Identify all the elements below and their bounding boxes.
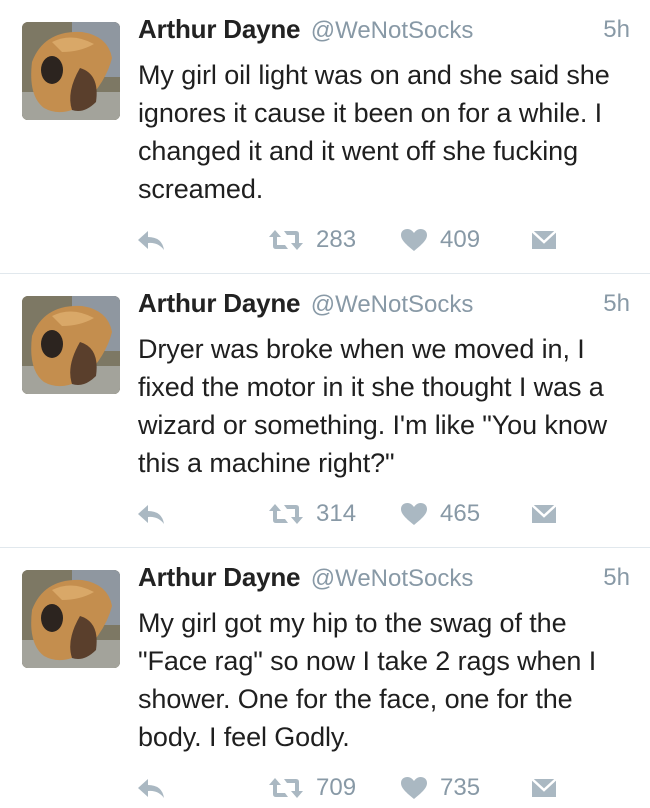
timestamp[interactable]: 5h	[603, 564, 630, 592]
tweet-card[interactable]: Arthur Dayne @WeNotSocks 5h My girl oil …	[0, 0, 650, 273]
avatar-photo-icon	[22, 570, 120, 668]
reply-button[interactable]	[136, 220, 166, 260]
avatar-photo-icon	[22, 22, 120, 120]
tweet-text: My girl got my hip to the swag of the "F…	[138, 608, 597, 752]
tweet-text: Dryer was broke when we moved in, I fixe…	[138, 334, 608, 478]
reply-button[interactable]	[136, 494, 166, 534]
avatar[interactable]	[22, 296, 120, 394]
author-name[interactable]: Arthur Dayne	[138, 562, 300, 592]
reply-icon	[138, 231, 164, 250]
retweet-count: 314	[316, 500, 357, 527]
reply-icon	[138, 779, 164, 798]
direct-message-button[interactable]	[530, 494, 558, 534]
like-count: 409	[440, 226, 481, 253]
timestamp[interactable]: 5h	[603, 16, 630, 44]
tweet-actions: 283 409	[0, 220, 650, 260]
tweet-header: Arthur Dayne @WeNotSocks 5h	[138, 288, 630, 328]
avatar[interactable]	[22, 22, 120, 120]
timeline-feed: Arthur Dayne @WeNotSocks 5h My girl oil …	[0, 0, 650, 804]
reply-button[interactable]	[136, 768, 166, 808]
heart-icon	[401, 229, 427, 251]
like-button[interactable]: 409	[400, 220, 480, 260]
like-button[interactable]: 465	[400, 494, 480, 534]
retweet-button[interactable]: 314	[268, 494, 356, 534]
tweet-actions: 709 735	[0, 768, 650, 808]
author-handle[interactable]: @WeNotSocks	[311, 291, 474, 318]
direct-message-button[interactable]	[530, 768, 558, 808]
author-name[interactable]: Arthur Dayne	[138, 288, 300, 318]
author-handle[interactable]: @WeNotSocks	[311, 565, 474, 592]
direct-message-icon	[531, 504, 557, 523]
retweet-button[interactable]: 283	[268, 220, 356, 260]
direct-message-icon	[531, 778, 557, 797]
tweet-actions: 314 465	[0, 494, 650, 534]
tweet-card[interactable]: Arthur Dayne @WeNotSocks 5h Dryer was br…	[0, 274, 650, 547]
heart-icon	[401, 503, 427, 525]
tweet-header: Arthur Dayne @WeNotSocks 5h	[138, 562, 630, 602]
retweet-button[interactable]: 709	[268, 768, 356, 808]
like-button[interactable]: 735	[400, 768, 480, 808]
heart-icon	[401, 777, 427, 799]
retweet-icon	[269, 778, 303, 798]
timestamp[interactable]: 5h	[603, 290, 630, 318]
retweet-icon	[269, 504, 303, 524]
direct-message-icon	[531, 230, 557, 249]
like-count: 465	[440, 500, 481, 527]
direct-message-button[interactable]	[530, 220, 558, 260]
retweet-count: 283	[316, 226, 357, 253]
avatar-photo-icon	[22, 296, 120, 394]
like-count: 735	[440, 774, 481, 801]
avatar[interactable]	[22, 570, 120, 668]
tweet-header: Arthur Dayne @WeNotSocks 5h	[138, 14, 630, 54]
retweet-icon	[269, 230, 303, 250]
tweet-card[interactable]: Arthur Dayne @WeNotSocks 5h My girl got …	[0, 548, 650, 804]
retweet-count: 709	[316, 774, 357, 801]
tweet-text: My girl oil light was on and she said sh…	[138, 60, 610, 204]
reply-icon	[138, 505, 164, 524]
author-handle[interactable]: @WeNotSocks	[311, 17, 474, 44]
author-name[interactable]: Arthur Dayne	[138, 14, 300, 44]
